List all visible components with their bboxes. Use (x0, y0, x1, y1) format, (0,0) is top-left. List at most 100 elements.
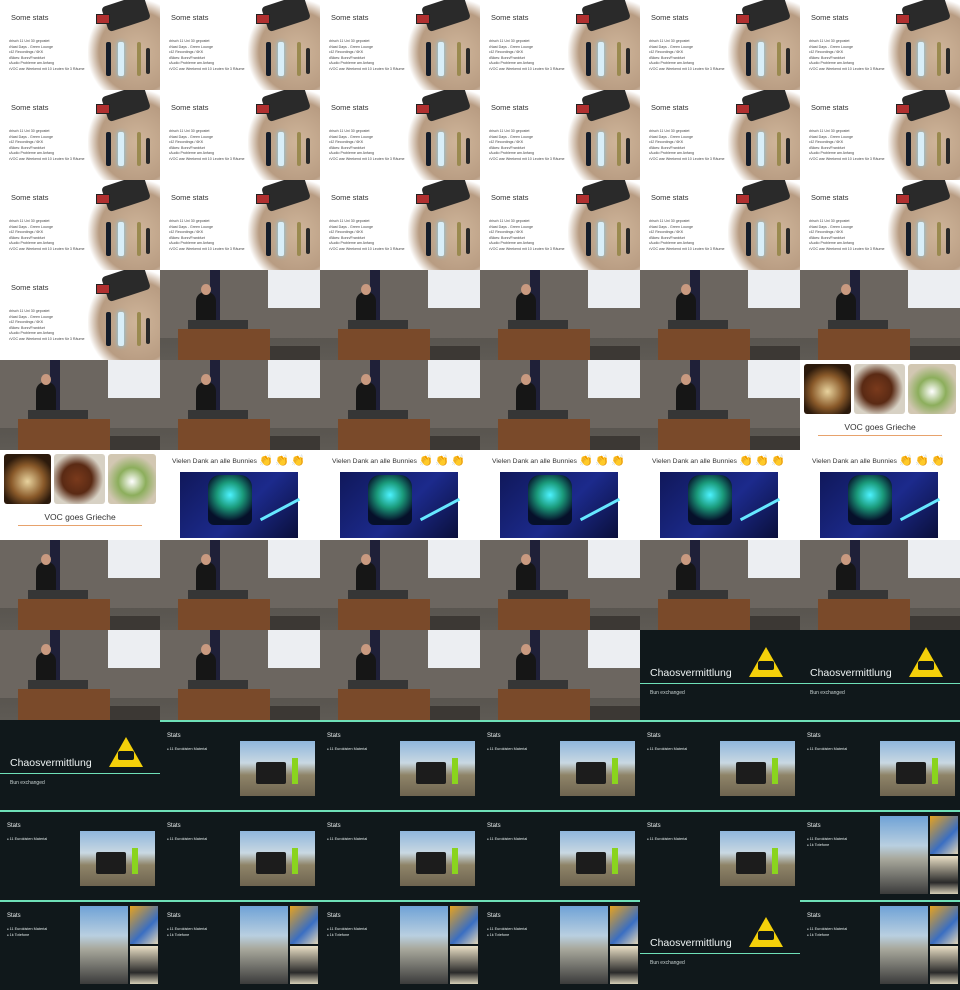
slide-title: Chaosvermittlung (650, 937, 732, 949)
food-photo (908, 364, 956, 414)
chaos-slide-thumbnail[interactable]: Chaosvermittlung Bun exchanged (640, 900, 800, 990)
slide-title: Vielen Dank an alle Bunnies (812, 458, 897, 465)
dark-stats-slide-thumbnail[interactable]: Stats 11 Eurokisten Material (160, 720, 320, 810)
thanks-slide-thumbnail[interactable]: Vielen Dank an alle Bunnies 👏 👏 👏 (480, 450, 640, 540)
lecture-hall-thumbnail[interactable] (640, 270, 800, 360)
stats-slide-thumbnail[interactable]: Some stats bisch 11 Uni 30 gepostet Nast… (0, 180, 160, 270)
slide-title: Vielen Dank an alle Bunnies (492, 458, 577, 465)
title-rule (640, 683, 800, 684)
thanks-slide-thumbnail[interactable]: Vielen Dank an alle Bunnies 👏 👏 👏 (320, 450, 480, 540)
lecture-hall-thumbnail[interactable] (160, 630, 320, 720)
bullet-list: 11 Eurokisten Material (167, 746, 208, 752)
dark-stats-slide-thumbnail[interactable]: Stats 11 Eurokisten Material (640, 810, 800, 900)
chaos-slide-thumbnail[interactable]: Chaosvermittlung Bun exchanged (640, 630, 800, 720)
slide-title: Some stats (171, 103, 209, 112)
camera-screen-image (896, 104, 910, 114)
stats-slide-thumbnail[interactable]: Some stats bisch 11 Uni 30 gepostet Nast… (480, 90, 640, 180)
truck-image (736, 852, 766, 874)
dark-stats-slide-thumbnail[interactable]: Stats 11 Eurokisten Material 1k Totefone (800, 900, 960, 990)
dark-stats-slide-thumbnail[interactable]: Stats 11 Eurokisten Material (320, 810, 480, 900)
dark-stats-slide-thumbnail[interactable]: Stats 11 Eurokisten Material (800, 720, 960, 810)
lecture-hall-thumbnail[interactable] (320, 630, 480, 720)
dark-stats-slide-thumbnail[interactable]: Stats 11 Eurokisten Material 1k Totefone (160, 900, 320, 990)
bullet-list: bisch 11 Uni 30 gepostet Nast Days - Gre… (9, 129, 84, 163)
stats-slide-thumbnail[interactable]: Some stats bisch 11 Uni 30 gepostet Nast… (320, 90, 480, 180)
stats-slide-thumbnail[interactable]: Some stats bisch 11 Uni 30 gepostet Nast… (480, 180, 640, 270)
lecture-hall-thumbnail[interactable] (640, 360, 800, 450)
lecture-hall-thumbnail[interactable] (480, 540, 640, 630)
lecture-hall-thumbnail[interactable] (160, 360, 320, 450)
floor (270, 436, 320, 450)
stick-image (746, 222, 751, 256)
dark-stats-slide-thumbnail[interactable]: Stats 11 Eurokisten Material (640, 720, 800, 810)
stick-image (106, 132, 111, 166)
bullet-list: bisch 11 Uni 30 gepostet Nast Days - Gre… (809, 219, 884, 253)
chaos-slide-thumbnail[interactable]: Chaosvermittlung Bun exchanged (0, 720, 160, 810)
detail-photo (930, 816, 958, 854)
lecture-hall-thumbnail[interactable] (160, 270, 320, 360)
bullet-item: VOC war Weekend mit 10 Leuten für 3 Räum… (9, 337, 84, 343)
lecture-hall-thumbnail[interactable] (480, 270, 640, 360)
stats-slide-thumbnail[interactable]: Some stats bisch 11 Uni 30 gepostet Nast… (640, 0, 800, 90)
food-slide-thumbnail[interactable]: VOC goes Grieche (800, 360, 960, 450)
bullet-item: VOC war Weekend mit 10 Leuten für 3 Räum… (489, 247, 564, 253)
dark-stats-slide-thumbnail[interactable]: Stats 11 Eurokisten Material 1k Totefone (480, 900, 640, 990)
thanks-slide-thumbnail[interactable]: Vielen Dank an alle Bunnies 👏 👏 👏 (800, 450, 960, 540)
stats-slide-thumbnail[interactable]: Some stats bisch 11 Uni 30 gepostet Nast… (0, 90, 160, 180)
lecture-hall-thumbnail[interactable] (0, 540, 160, 630)
lecture-hall-thumbnail[interactable] (0, 630, 160, 720)
stats-slide-thumbnail[interactable]: Some stats bisch 11 Uni 30 gepostet Nast… (800, 90, 960, 180)
lectern-top (508, 320, 568, 329)
stats-slide-thumbnail[interactable]: Some stats bisch 11 Uni 30 gepostet Nast… (160, 90, 320, 180)
food-slide-thumbnail[interactable]: VOC goes Grieche (0, 450, 160, 540)
lecture-hall-thumbnail[interactable] (320, 270, 480, 360)
floor (590, 616, 640, 630)
stats-slide-thumbnail[interactable]: Some stats bisch 11 Uni 30 gepostet Nast… (320, 180, 480, 270)
dark-stats-slide-thumbnail[interactable]: Stats 11 Eurokisten Material (320, 720, 480, 810)
stick-image (278, 42, 284, 76)
bullet-item: VOC war Weekend mit 10 Leuten für 3 Räum… (489, 157, 564, 163)
stick-image (297, 132, 301, 166)
lecture-hall-thumbnail[interactable] (640, 540, 800, 630)
floor (110, 706, 160, 720)
stats-slide-thumbnail[interactable]: Some stats bisch 11 Uni 30 gepostet Nast… (0, 270, 160, 360)
projection-screen (748, 360, 800, 398)
lecture-hall-thumbnail[interactable] (480, 360, 640, 450)
lecture-hall-thumbnail[interactable] (800, 270, 960, 360)
lecture-hall-thumbnail[interactable] (320, 540, 480, 630)
lectern (498, 419, 590, 450)
thanks-slide-thumbnail[interactable]: Vielen Dank an alle Bunnies 👏 👏 👏 (160, 450, 320, 540)
dark-stats-slide-thumbnail[interactable]: Stats 11 Eurokisten Material (0, 810, 160, 900)
stats-slide-thumbnail[interactable]: Some stats bisch 11 Uni 30 gepostet Nast… (640, 180, 800, 270)
lectern (498, 689, 590, 720)
dark-stats-slide-thumbnail[interactable]: Stats 11 Eurokisten Material 1k Totefone (0, 900, 160, 990)
stats-slide-thumbnail[interactable]: Some stats bisch 11 Uni 30 gepostet Nast… (320, 0, 480, 90)
stick-image (457, 42, 461, 76)
lecture-hall-thumbnail[interactable] (160, 540, 320, 630)
accent-rule (320, 810, 480, 812)
clapping-hands-icon: 👏 (755, 455, 769, 467)
lecture-hall-thumbnail[interactable] (800, 540, 960, 630)
dark-stats-slide-thumbnail[interactable]: Stats 11 Eurokisten Material 1k Totefone (800, 810, 960, 900)
lectern-top (188, 680, 248, 689)
stats-slide-thumbnail[interactable]: Some stats bisch 11 Uni 30 gepostet Nast… (160, 0, 320, 90)
lecture-hall-thumbnail[interactable] (480, 630, 640, 720)
stats-slide-thumbnail[interactable]: Some stats bisch 11 Uni 30 gepostet Nast… (160, 180, 320, 270)
lecture-hall-thumbnail[interactable] (0, 360, 160, 450)
thanks-slide-thumbnail[interactable]: Vielen Dank an alle Bunnies 👏 👏 👏 (640, 450, 800, 540)
bullet-list: 11 Eurokisten Material 1k Totefone (327, 926, 368, 938)
dark-stats-slide-thumbnail[interactable]: Stats 11 Eurokisten Material (160, 810, 320, 900)
stats-slide-thumbnail[interactable]: Some stats bisch 11 Uni 30 gepostet Nast… (0, 0, 160, 90)
stats-slide-thumbnail[interactable]: Some stats bisch 11 Uni 30 gepostet Nast… (640, 90, 800, 180)
dark-stats-slide-thumbnail[interactable]: Stats 11 Eurokisten Material 1k Totefone (320, 900, 480, 990)
slide-title: Stats (487, 913, 501, 919)
dark-stats-slide-thumbnail[interactable]: Stats 11 Eurokisten Material (480, 810, 640, 900)
stats-slide-thumbnail[interactable]: Some stats bisch 11 Uni 30 gepostet Nast… (800, 180, 960, 270)
chaos-slide-thumbnail[interactable]: Chaosvermittlung Bun exchanged (800, 630, 960, 720)
stats-slide-thumbnail[interactable]: Some stats bisch 11 Uni 30 gepostet Nast… (480, 0, 640, 90)
accent-rule (800, 810, 960, 812)
lecture-hall-thumbnail[interactable] (320, 360, 480, 450)
slide-title: Some stats (811, 193, 849, 202)
dark-stats-slide-thumbnail[interactable]: Stats 11 Eurokisten Material (480, 720, 640, 810)
stats-slide-thumbnail[interactable]: Some stats bisch 11 Uni 30 gepostet Nast… (800, 0, 960, 90)
